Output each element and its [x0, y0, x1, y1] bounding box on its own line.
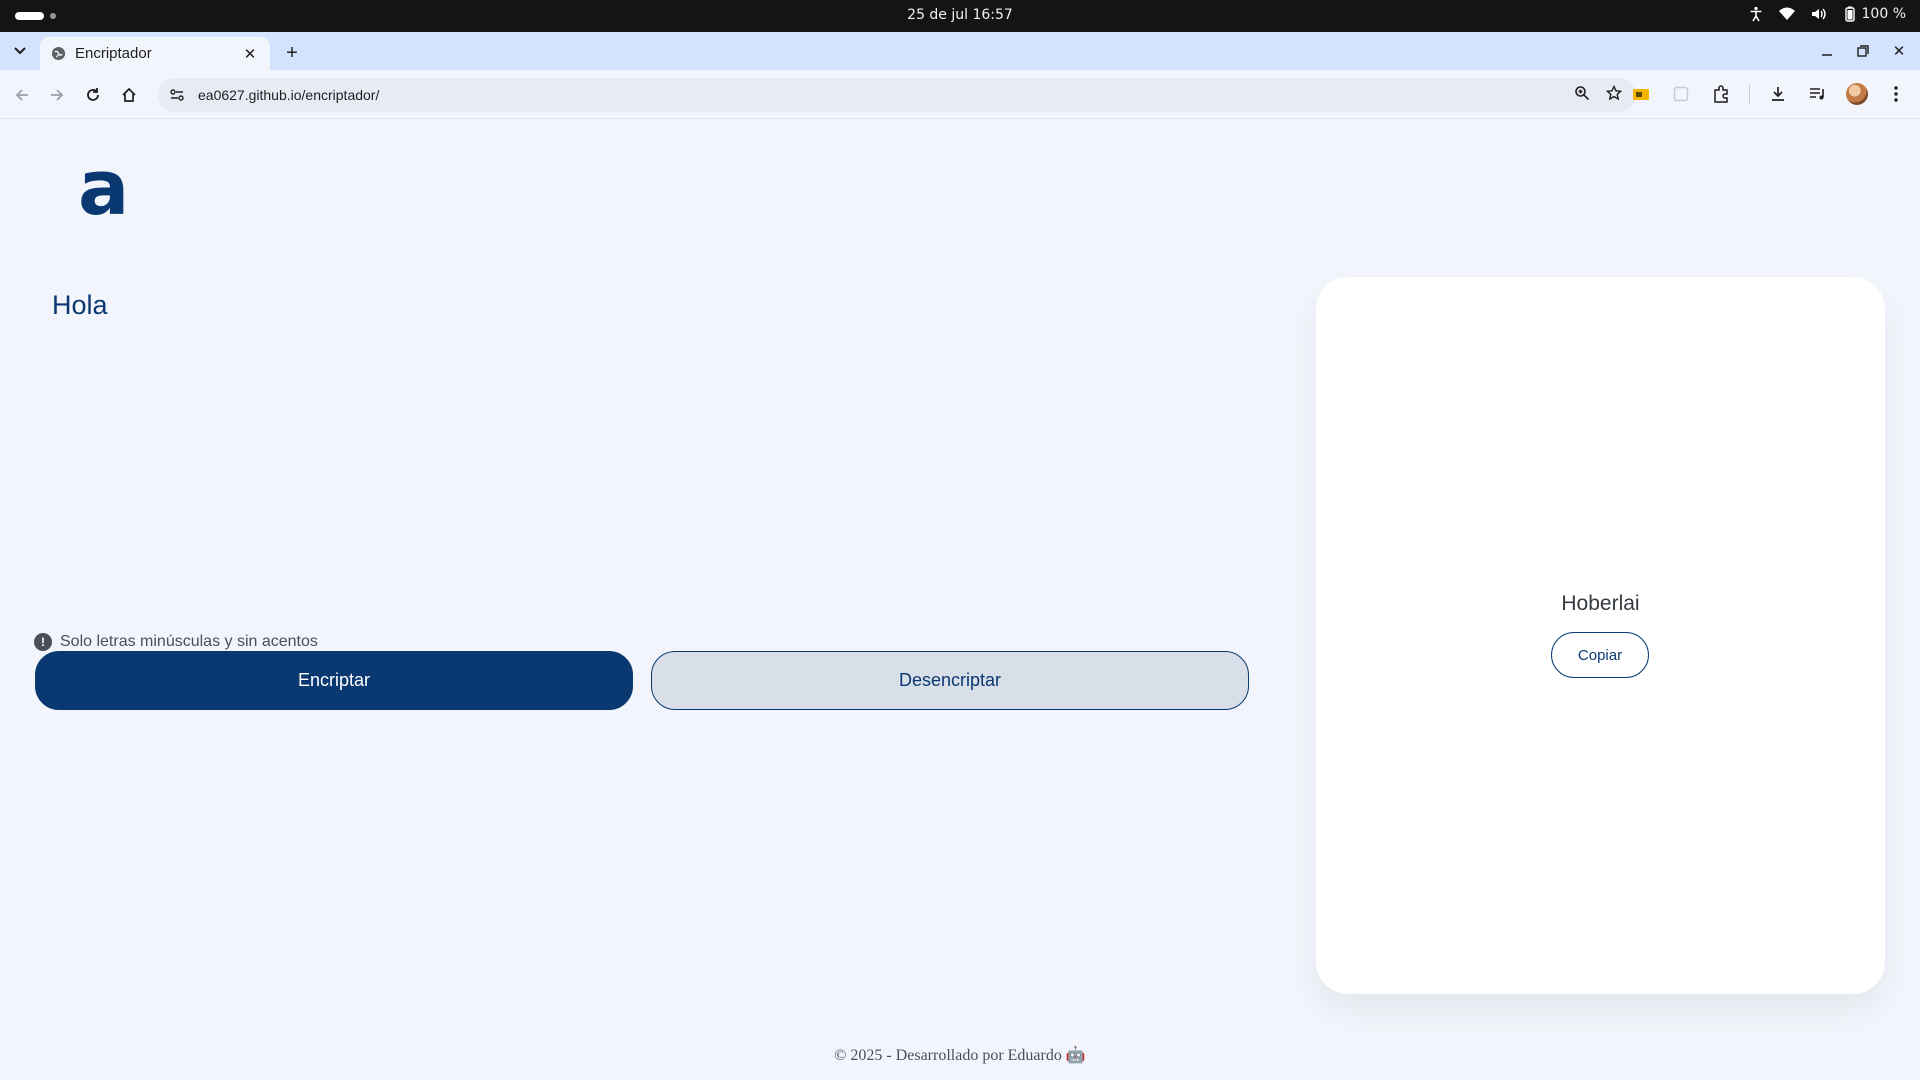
extension-placeholder-icon[interactable]	[1669, 82, 1693, 106]
globe-icon	[50, 46, 66, 62]
result-text: Hoberlai	[1561, 592, 1640, 615]
window-controls: ✕	[1816, 40, 1910, 62]
page-content: a ! Solo letras minúsculas y sin acentos…	[0, 120, 1920, 1080]
message-input[interactable]	[52, 290, 1232, 580]
battery-indicator[interactable]: 100 %	[1842, 6, 1906, 22]
minimize-icon[interactable]	[1816, 40, 1838, 62]
url-text[interactable]: ea0627.github.io/encriptador/	[198, 87, 1574, 103]
reload-icon[interactable]	[80, 82, 106, 108]
battery-percent: 100 %	[1861, 6, 1906, 22]
new-tab-button[interactable]: +	[280, 41, 304, 65]
decrypt-button[interactable]: Desencriptar	[651, 651, 1249, 710]
toolbar-divider	[1749, 84, 1750, 104]
input-hint: ! Solo letras minúsculas y sin acentos	[34, 633, 318, 651]
forward-icon[interactable]	[44, 82, 70, 108]
close-icon[interactable]: ✕	[240, 44, 260, 64]
logo: a	[78, 143, 130, 232]
tab-title: Encriptador	[75, 45, 152, 62]
extension-folder-icon[interactable]	[1629, 82, 1653, 106]
result-card: Hoberlai Copiar	[1316, 277, 1885, 994]
restore-icon[interactable]	[1852, 40, 1874, 62]
browser-toolbar: ea0627.github.io/encriptador/	[0, 70, 1920, 119]
extension-icon[interactable]	[1709, 82, 1733, 106]
copy-button[interactable]: Copiar	[1551, 632, 1649, 678]
menu-icon[interactable]	[1884, 82, 1908, 106]
battery-icon	[1844, 6, 1855, 22]
tab-encriptador[interactable]: Encriptador ✕	[40, 37, 270, 70]
os-top-bar: 25 de jul 16:57 100 %	[0, 0, 1920, 32]
site-info-icon[interactable]	[162, 80, 192, 110]
hint-text: Solo letras minúsculas y sin acentos	[60, 633, 318, 650]
accessibility-icon[interactable]	[1748, 6, 1764, 22]
system-tray[interactable]: 100 %	[1748, 6, 1906, 22]
profile-avatar[interactable]	[1846, 83, 1868, 105]
home-icon[interactable]	[116, 82, 142, 108]
system-clock[interactable]: 25 de jul 16:57	[0, 7, 1920, 23]
wifi-icon[interactable]	[1778, 6, 1796, 22]
star-icon[interactable]	[1605, 84, 1623, 106]
info-icon: !	[34, 633, 52, 651]
back-icon[interactable]	[9, 82, 35, 108]
tab-strip: Encriptador ✕ + ✕	[0, 32, 1920, 70]
footer: © 2025 - Desarrollado por Eduardo 🤖	[834, 1047, 1086, 1064]
address-bar[interactable]: ea0627.github.io/encriptador/	[158, 78, 1636, 112]
zoom-icon[interactable]	[1574, 85, 1590, 106]
encrypt-button[interactable]: Encriptar	[35, 651, 633, 710]
download-icon[interactable]	[1766, 82, 1790, 106]
tab-search-icon[interactable]	[8, 39, 32, 63]
media-icon[interactable]	[1806, 82, 1830, 106]
volume-icon[interactable]	[1810, 6, 1828, 22]
close-window-icon[interactable]: ✕	[1888, 40, 1910, 62]
